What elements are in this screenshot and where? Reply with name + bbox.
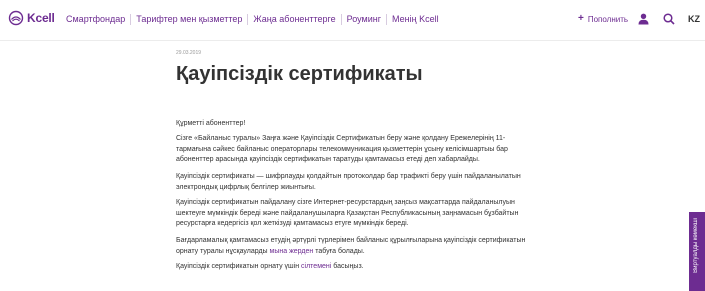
virtual-assistant-tab[interactable]: Виртуалды көмекші — [689, 212, 705, 291]
article: 29.03.2019 Қауіпсіздік сертификаты Құрме… — [176, 50, 536, 270]
plus-icon: + — [578, 13, 584, 24]
paragraph-3: Қауіпсіздік сертификатын пайдалану сізге… — [176, 199, 519, 227]
greeting: Құрметті абоненттер! — [176, 120, 246, 127]
main-nav: Смартфондар Тарифтер мен қызметтер Жаңа … — [66, 14, 444, 25]
search-icon[interactable] — [663, 13, 675, 25]
replenish-button[interactable]: + Пополнить — [578, 14, 628, 24]
kcell-logo-icon — [8, 10, 24, 26]
virtual-assistant-label: Виртуалды көмекші — [693, 218, 699, 273]
header: Kcell Смартфондар Тарифтер мен қызметтер… — [0, 0, 705, 41]
paragraph-5-end: басыңыз. — [331, 263, 364, 270]
paragraph-1: Сізге «Байланыс туралы» Заңға және Қауіп… — [176, 135, 508, 163]
certificate-link[interactable]: сілтемені — [301, 263, 331, 270]
paragraph-5: Қауіпсіздік сертификатын орнату үшін сіл… — [176, 262, 536, 273]
nav-item-smartphones[interactable]: Смартфондар — [66, 14, 130, 25]
article-date: 29.03.2019 — [176, 50, 202, 56]
paragraph-2: Қауіпсіздік сертификаты — шифрлауды қолд… — [176, 173, 521, 191]
nav-item-roaming[interactable]: Роуминг — [340, 14, 386, 25]
paragraph-4: Бағдарламалық қамтамасыз етудің әртүрлі … — [176, 236, 536, 257]
page-title: Қауіпсіздік сертификаты — [176, 63, 423, 85]
nav-item-new-subscribers[interactable]: Жаңа абоненттерге — [247, 14, 340, 25]
nav-item-tariffs[interactable]: Тарифтер мен қызметтер — [130, 14, 247, 25]
replenish-label: Пополнить — [587, 14, 629, 24]
paragraph-5-text: Қауіпсіздік сертификатын орнату үшін — [176, 263, 302, 270]
kcell-logo[interactable]: Kcell — [8, 10, 55, 26]
language-switch[interactable]: KZ — [688, 14, 700, 24]
logo-text: Kcell — [27, 11, 55, 25]
paragraph-4-end: табуға болады. — [313, 247, 365, 255]
instructions-link[interactable]: мына жерден — [270, 248, 314, 255]
nav-item-my-kcell[interactable]: Менің Kcell — [386, 14, 444, 25]
user-icon[interactable] — [638, 13, 649, 25]
